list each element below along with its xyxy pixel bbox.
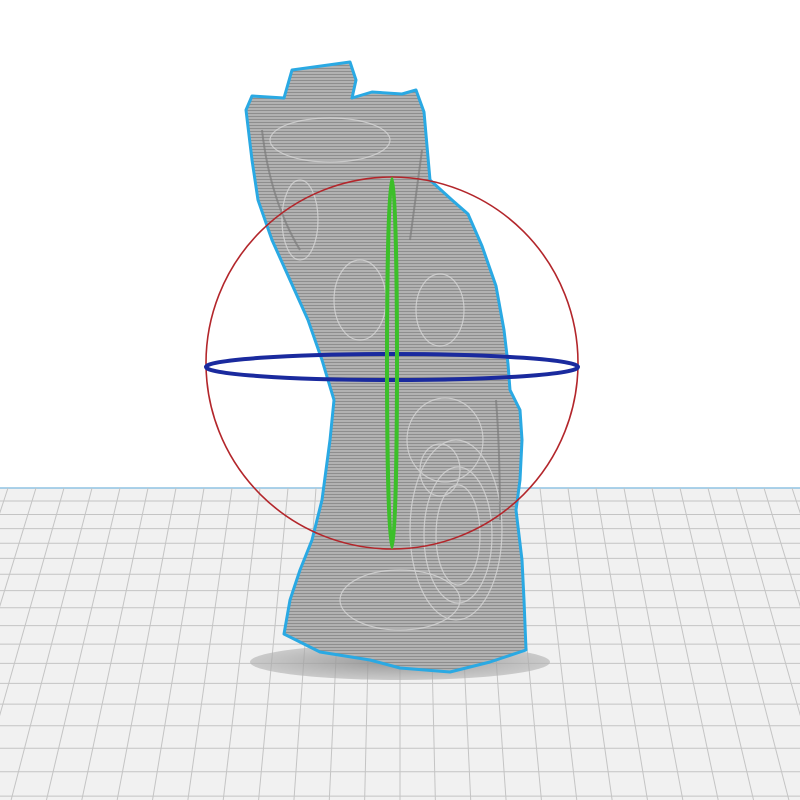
scene-canvas[interactable] (0, 0, 800, 800)
3d-viewport[interactable] (0, 0, 800, 800)
